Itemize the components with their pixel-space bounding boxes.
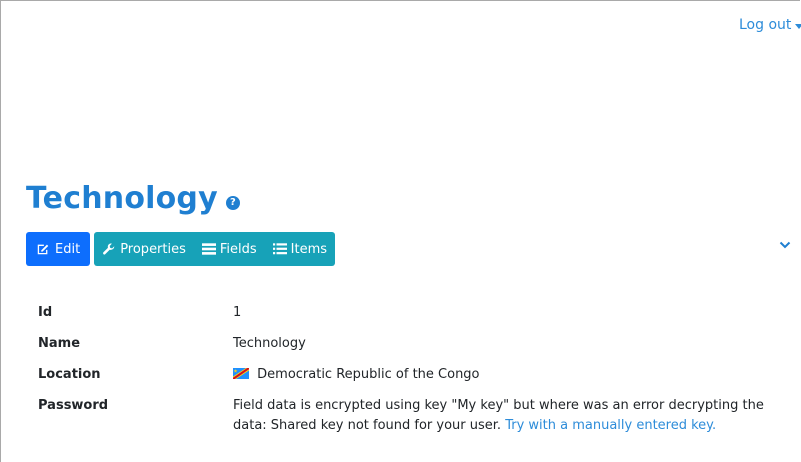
page-frame: Log out Technology ? Edit Properties Fie… bbox=[0, 0, 801, 462]
edit-button[interactable]: Edit bbox=[26, 232, 91, 266]
caret-down-icon bbox=[795, 23, 801, 29]
password-label: Password bbox=[38, 398, 109, 413]
detail-row-location: Location Democratic Republic of the Cong… bbox=[38, 365, 773, 385]
view-tabs: Properties Fields Items bbox=[94, 232, 336, 266]
wrench-icon bbox=[103, 243, 115, 255]
location-label: Location bbox=[38, 367, 101, 382]
page-header: Technology ? bbox=[26, 184, 240, 214]
tab-properties[interactable]: Properties bbox=[102, 242, 186, 257]
help-icon[interactable]: ? bbox=[225, 195, 240, 210]
id-value: 1 bbox=[233, 305, 242, 320]
edit-icon bbox=[37, 244, 49, 255]
id-label: Id bbox=[38, 305, 53, 320]
detail-row-name: Name Technology bbox=[38, 334, 773, 354]
table-icon bbox=[201, 243, 216, 255]
chevron-down-icon[interactable] bbox=[779, 239, 791, 251]
name-value: Technology bbox=[233, 336, 306, 351]
tab-items[interactable]: Items bbox=[272, 241, 328, 257]
tab-items-label: Items bbox=[290, 241, 328, 257]
name-label: Name bbox=[38, 336, 81, 351]
record-details: Id 1 Name Technology Location Democratic… bbox=[38, 303, 773, 447]
detail-row-id: Id 1 bbox=[38, 303, 773, 323]
tab-properties-label: Properties bbox=[120, 241, 186, 257]
logout-label: Log out bbox=[739, 17, 792, 33]
tab-fields[interactable]: Fields bbox=[201, 241, 257, 257]
toolbar: Edit Properties Fields Items bbox=[26, 232, 336, 266]
list-icon bbox=[272, 243, 287, 255]
manual-key-link[interactable]: Try with a manually entered key. bbox=[505, 418, 716, 433]
edit-label: Edit bbox=[55, 241, 81, 257]
location-value: Democratic Republic of the Congo bbox=[257, 367, 480, 382]
detail-row-password: Password Field data is encrypted using k… bbox=[38, 396, 773, 436]
flag-icon bbox=[233, 368, 249, 379]
page-title: Technology bbox=[26, 181, 218, 216]
tab-fields-label: Fields bbox=[219, 241, 257, 257]
location-value-wrap: Democratic Republic of the Congo bbox=[233, 365, 773, 385]
logout-menu[interactable]: Log out bbox=[739, 17, 801, 33]
password-value-wrap: Field data is encrypted using key "My ke… bbox=[233, 396, 773, 436]
